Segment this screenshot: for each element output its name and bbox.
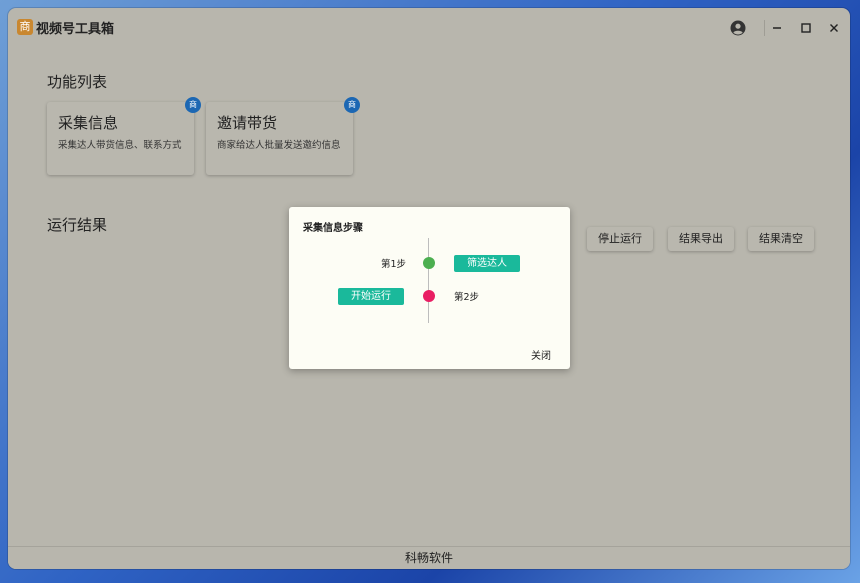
card-description: 商家给达人批量发送邀约信息: [217, 140, 341, 151]
dialog-close-button[interactable]: 关闭: [531, 347, 551, 362]
step-1-label: 第1步: [381, 259, 407, 270]
card-title: 邀请带货: [217, 114, 278, 132]
card-collect-info[interactable]: 采集信息 采集达人带货信息、联系方式 商: [47, 97, 201, 175]
merchant-badge: 商: [185, 97, 201, 113]
step-2-dot: [423, 290, 435, 302]
title-bar: 商 视频号工具箱: [8, 8, 850, 46]
steps-dialog: 采集信息步骤 第1步 筛选达人 开始运行 第2步 关闭: [289, 207, 570, 369]
minimize-button[interactable]: [766, 17, 788, 39]
step-1-dot: [423, 257, 435, 269]
start-run-button[interactable]: 开始运行: [338, 288, 404, 305]
dialog-title: 采集信息步骤: [303, 223, 363, 234]
maximize-button[interactable]: [795, 17, 817, 39]
clear-results-button[interactable]: 结果清空: [748, 227, 814, 251]
export-results-button[interactable]: 结果导出: [668, 227, 734, 251]
functions-section-title: 功能列表: [47, 73, 108, 91]
close-window-button[interactable]: [823, 17, 845, 39]
card-title: 采集信息: [58, 114, 119, 132]
footer: 科畅软件: [8, 546, 850, 569]
card-invite-selling[interactable]: 邀请带货 商家给达人批量发送邀约信息 商: [206, 97, 360, 175]
step-2-label: 第2步: [454, 292, 480, 303]
filter-talent-button[interactable]: 筛选达人: [454, 255, 520, 272]
titlebar-separator: [764, 20, 765, 36]
merchant-badge: 商: [344, 97, 360, 113]
card-description: 采集达人带货信息、联系方式: [58, 140, 182, 151]
app-window: 商 视频号工具箱 功能列表 采集信息 采集达人带货信息、联系方式 商 邀请带货 …: [8, 8, 850, 569]
stop-run-button[interactable]: 停止运行: [587, 227, 653, 251]
account-icon[interactable]: [727, 17, 749, 39]
results-section-title: 运行结果: [47, 216, 108, 234]
app-title: 视频号工具箱: [36, 22, 115, 37]
timeline-line: [428, 238, 429, 323]
app-logo-icon: 商: [17, 19, 33, 35]
